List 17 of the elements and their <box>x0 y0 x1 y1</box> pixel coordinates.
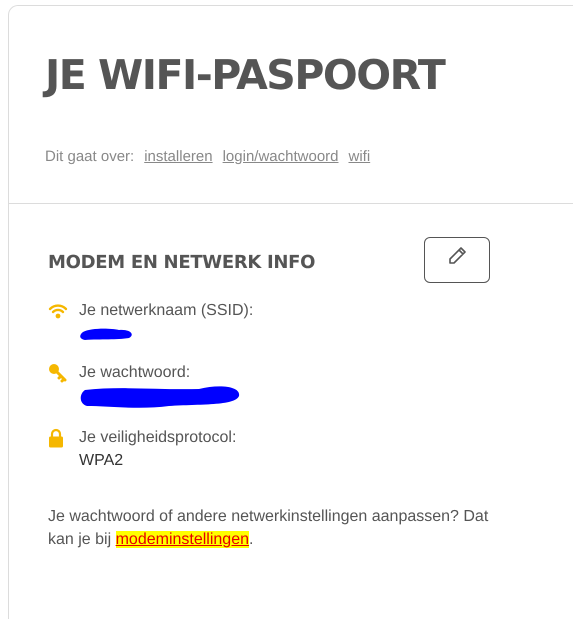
field-label: Je wachtwoord: <box>79 363 192 383</box>
settings-link[interactable]: modeminstellingen <box>116 531 249 548</box>
page-title: JE WIFI-PASPOORT <box>45 46 573 104</box>
value-text: WPA2 <box>79 451 124 471</box>
edit-button[interactable] <box>424 237 490 283</box>
section-heading: MODEM EN NETWERK INFO <box>48 252 316 273</box>
key-icon <box>48 362 68 382</box>
topic-link[interactable]: login/wachtwoord <box>222 148 338 165</box>
wifi-icon <box>48 302 68 318</box>
field-label: Je netwerknaam (SSID): <box>79 301 254 321</box>
info-paragraph: Je wachtwoord of andere netwerkinstellingen aanpassen? Dat kan je bij modeminstellingen. <box>48 507 490 550</box>
pencil-icon <box>447 246 467 266</box>
topics-label: Dit gaat over: <box>45 148 134 165</box>
topic-link[interactable]: wifi <box>348 148 370 165</box>
topic-link[interactable]: installeren <box>144 148 213 165</box>
field-label: Je veiligheidsprotocol: <box>79 428 238 448</box>
lock-icon <box>48 428 64 448</box>
